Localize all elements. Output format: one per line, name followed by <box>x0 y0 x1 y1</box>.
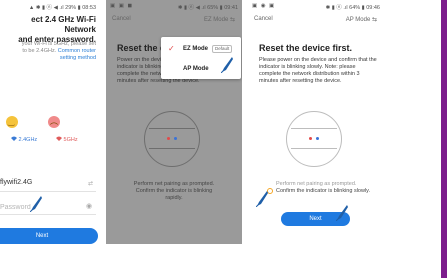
status-notifications: ▣ ▣ ◼ <box>110 3 134 9</box>
checkmark-icon: ✓ <box>168 44 175 53</box>
divider <box>0 214 96 215</box>
status-bar: ▲ ✱ ▮ ⓝ ◀ .ıl 29% ▮ 08:53 <box>0 0 100 11</box>
default-badge: Default <box>212 45 233 53</box>
plate-line <box>291 128 337 129</box>
ez-mode-screen: ▣ ▣ ◼ ✱ ▮ ⓝ ◀ .ıl 65% ▮ 09:41 Cancel EZ … <box>106 0 242 244</box>
frequency-note: your Wi-Fi is 5GHz, please set to be 2.4… <box>0 41 96 62</box>
menu-item-ap-mode[interactable]: AP Mode <box>183 66 209 72</box>
mode-switch-button[interactable]: EZ Mode ⇆ <box>204 16 235 23</box>
pairing-prompt: Perform net pairing as prompted. <box>276 181 357 187</box>
switch-network-icon[interactable]: ⇄ <box>88 180 93 187</box>
ap-mode-screen: ▣ ◉ ▣ ✱ ▮ ⓝ .ıl 64% ▮ 09:46 Cancel AP Mo… <box>248 0 384 244</box>
next-button[interactable]: Next <box>0 228 98 244</box>
band-24ghz-label: 2.4GHz <box>11 136 37 143</box>
status-notifications: ▣ ◉ ▣ <box>252 3 276 9</box>
device-illustration <box>144 111 200 167</box>
note-line-2: to be 2.4GHz. Common router <box>0 48 96 55</box>
indicator-led-red <box>309 137 312 140</box>
band-24ghz-text: 2.4GHz <box>18 137 38 143</box>
status-bar: ▣ ▣ ◼ ✱ ▮ ⓝ ◀ .ıl 65% ▮ 09:41 <box>106 0 242 11</box>
nav-bar: Cancel EZ Mode ⇆ <box>106 12 242 26</box>
footer-line-1: Perform net pairing as prompted. <box>133 181 215 187</box>
happy-face-icon: ‿ <box>6 116 18 128</box>
plate-line <box>149 128 195 129</box>
cancel-button[interactable]: Cancel <box>254 16 273 22</box>
indicator-led-blue <box>174 137 177 140</box>
note-line-1: your Wi-Fi is 5GHz, please set <box>21 41 96 47</box>
band-5ghz-text: 5GHz <box>63 137 78 143</box>
wifi-icon <box>56 136 62 141</box>
status-indicators: ▲ ✱ ▮ ⓝ ◀ .ıl 29% ▮ 08:53 <box>28 5 96 11</box>
wifi-setup-screen: ▲ ✱ ▮ ⓝ ◀ .ıl 29% ▮ 08:53 ect 2.4 GHz Wi… <box>0 0 100 244</box>
router-setting-link[interactable]: Common router <box>58 48 96 54</box>
plate-line <box>149 148 195 149</box>
pen-pointer-icon <box>336 205 348 221</box>
sad-face-icon: ︵ <box>48 116 60 128</box>
eye-icon[interactable]: ◉ <box>86 202 92 210</box>
pairing-instructions: Perform net pairing as prompted. Confirm… <box>106 181 242 202</box>
footer-line-3: rapidly. <box>165 195 183 201</box>
device-illustration <box>286 111 342 167</box>
pen-pointer-icon <box>256 191 268 207</box>
menu-item-ez-mode[interactable]: EZ Mode <box>183 46 208 52</box>
wifi-ssid-field[interactable]: flywifi2.4G <box>0 179 32 186</box>
status-indicators: ✱ ▮ ⓝ .ıl 64% ▮ 09:46 <box>325 5 380 11</box>
instructions-text: Please power on the device and confirm t… <box>259 57 377 84</box>
title-line-1: ect 2.4 GHz Wi-Fi Network <box>31 15 96 34</box>
wifi-icon <box>11 136 17 141</box>
mode-switch-button[interactable]: AP Mode ⇆ <box>346 16 377 23</box>
divider <box>0 191 96 192</box>
nav-bar: Cancel AP Mode ⇆ <box>248 12 384 26</box>
footer-line-2: Confirm the indicator is blinking <box>135 188 213 194</box>
side-accent-strip <box>441 0 447 278</box>
indicator-led-red <box>167 137 170 140</box>
confirm-indicator-label: Confirm the indicator is blinking slowly… <box>276 188 371 194</box>
status-indicators: ✱ ▮ ⓝ ◀ .ıl 65% ▮ 09:41 <box>177 5 238 11</box>
indicator-led-blue <box>316 137 319 140</box>
status-bar: ▣ ◉ ▣ ✱ ▮ ⓝ .ıl 64% ▮ 09:46 <box>248 0 384 11</box>
plate-line <box>291 148 337 149</box>
cancel-button[interactable]: Cancel <box>112 16 131 22</box>
pen-pointer-icon <box>221 57 233 73</box>
note-text: to be 2.4GHz. <box>22 48 57 54</box>
mode-dropdown-menu: ✓ EZ Mode Default AP Mode <box>161 37 241 79</box>
page-title: Reset the device first. <box>259 43 353 53</box>
router-setting-link-2[interactable]: setting method <box>0 55 96 62</box>
band-5ghz-label: 5GHz <box>56 136 78 143</box>
pen-pointer-icon <box>30 196 42 212</box>
